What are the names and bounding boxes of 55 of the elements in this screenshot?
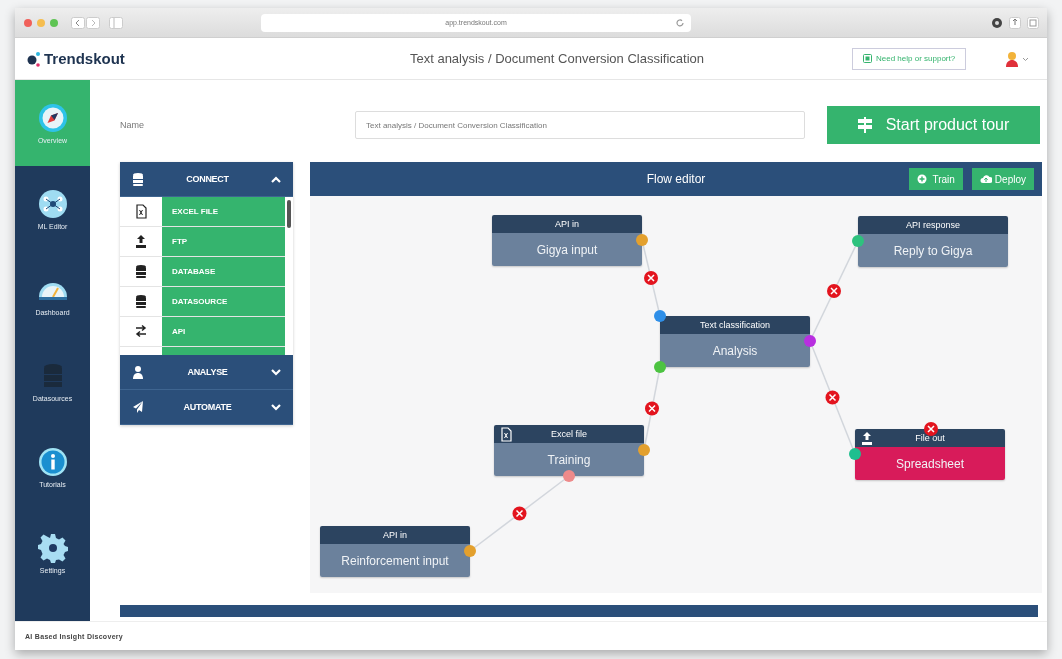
user-avatar-icon[interactable] [1006, 50, 1029, 67]
toolbar-button[interactable]: Train [909, 168, 963, 190]
delete-icon[interactable] [827, 284, 841, 298]
scrollbar-thumb[interactable] [287, 200, 291, 228]
node-body[interactable]: Reinforcement input [320, 544, 470, 577]
extension-icon[interactable] [991, 16, 1003, 29]
delete-icon[interactable] [512, 506, 527, 521]
node-header[interactable]: API response [858, 216, 1008, 234]
file-icon [500, 427, 512, 442]
logo-icon[interactable] [27, 50, 41, 67]
field-label: Name [120, 120, 145, 130]
node-header[interactable]: File out [855, 429, 1005, 447]
info-icon [37, 446, 68, 477]
delete-icon[interactable] [645, 401, 659, 416]
port-dot[interactable] [654, 310, 666, 322]
database-icon [135, 264, 147, 279]
help-button[interactable]: Need help or support? [852, 47, 967, 70]
network-icon [37, 188, 68, 219]
cloud-upload-icon [979, 174, 992, 184]
name-field[interactable]: Text analysis / Document Conversion Classification [355, 111, 805, 139]
node-body[interactable]: Analysis [660, 334, 810, 367]
start-tour-button[interactable]: Start product tour [827, 106, 1040, 144]
panel-title: Flow editor [646, 172, 706, 186]
port-dot[interactable] [849, 448, 861, 460]
file-icon [135, 204, 147, 219]
share-icon[interactable] [1009, 16, 1021, 29]
database-icon [135, 294, 147, 309]
toolbar-button[interactable]: Deploy [971, 168, 1034, 190]
compass-icon [37, 102, 68, 133]
paper-plane-icon [132, 399, 144, 415]
database-icon [132, 171, 144, 187]
node-body[interactable]: Reply to Gigya [858, 234, 1008, 267]
reload-icon[interactable] [675, 17, 685, 28]
node-body[interactable]: Training [494, 443, 644, 476]
person-icon [132, 364, 144, 380]
arrows-icon [135, 324, 147, 339]
node-header[interactable]: API in [320, 526, 470, 544]
accordion-header[interactable]: ANALYSE [120, 355, 293, 390]
port-dot[interactable] [654, 361, 666, 373]
settings-icon [37, 532, 68, 563]
delete-icon[interactable] [825, 390, 840, 405]
delete-icon[interactable] [644, 271, 658, 285]
accordion-header[interactable]: AUTOMATE [120, 390, 293, 425]
node-header[interactable]: Text classification [660, 316, 810, 334]
node-header[interactable]: API in [492, 215, 642, 233]
upload-icon [135, 234, 147, 249]
page-title: Text analysis / Document Conversion Classification [408, 51, 706, 66]
upload-icon [861, 431, 873, 446]
node-header[interactable]: Excel file [494, 425, 644, 443]
node-body[interactable]: Gigya input [492, 233, 642, 266]
delete-icon[interactable] [924, 422, 938, 436]
signpost-icon [857, 117, 872, 133]
port-dot[interactable] [852, 235, 864, 247]
node-body[interactable]: Spreadsheet [855, 447, 1005, 480]
logo-text[interactable]: Trendskout [44, 50, 125, 67]
